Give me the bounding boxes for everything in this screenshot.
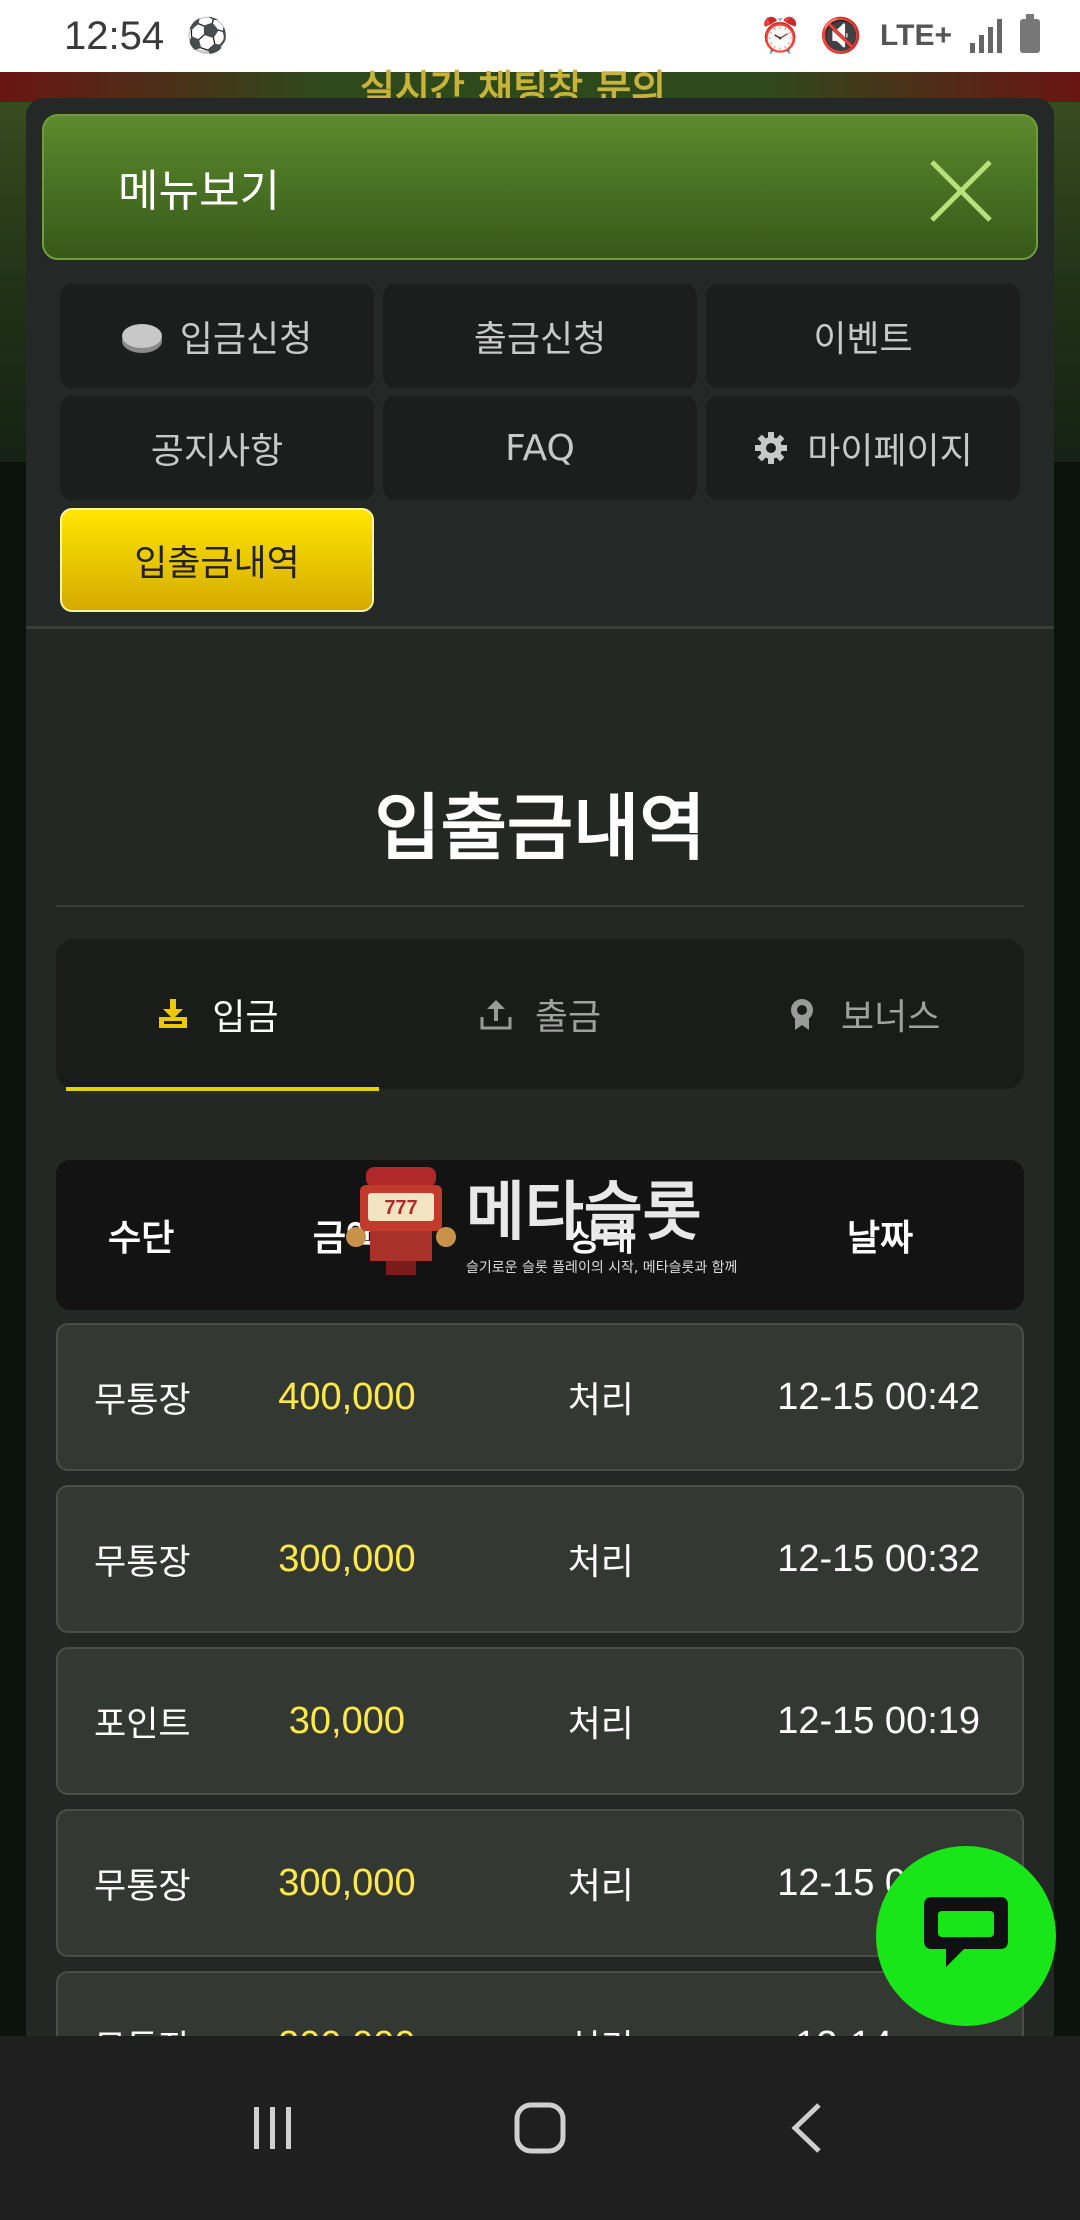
amount-cell: 300,000 [278,1537,416,1580]
tab-deposit[interactable]: 입금 [56,939,379,1091]
status-icons: ⏰ 🔇 LTE+ [759,14,1040,56]
menu-panel: 메뉴보기 입금신청 출금신청 이벤트 공지사항 FAQ 마이페이지 입출금내역 … [26,98,1054,2038]
column-header: 수단 [108,1218,175,1259]
menu-item-label: 공지사항 [150,431,284,472]
menu-item-withdraw-request[interactable]: 출금신청 [383,284,697,388]
signal-icon [970,19,1002,53]
status-cell: 처리 [567,1380,634,1421]
menu-item-mypage[interactable]: 마이페이지 [706,396,1020,500]
close-icon[interactable] [926,156,996,226]
tab-withdraw[interactable]: 출금 [379,939,702,1089]
method-cell: 포인트 [94,1704,191,1745]
back-icon [791,2103,821,2153]
battery-icon [1020,14,1040,53]
method-cell: 무통장 [94,1866,191,1907]
navigation-bar [0,2036,1080,2220]
menu-item-label: FAQ [505,427,575,469]
chat-bubble-icon [924,1897,1008,1967]
upload-icon [480,1000,512,1030]
history-section: 입출금내역 입금 출금 보너스 수단 금액 상태 날짜 777 메타슬롯 슬기로… [26,629,1054,2038]
history-tabs: 입금 출금 보너스 [56,939,1024,1091]
date-cell: 12-15 00:32 [777,1537,981,1580]
menu-item-transaction-history[interactable]: 입출금내역 [60,508,374,612]
recent-apps-button[interactable] [228,2083,318,2173]
network-type: LTE+ [880,19,952,52]
tab-bonus[interactable]: 보너스 [701,939,1024,1089]
amount-cell: 30,000 [288,1699,406,1742]
column-header: 날짜 [846,1218,914,1259]
table-header: 수단 금액 상태 날짜 [56,1160,1024,1310]
menu-item-label: 이벤트 [813,319,913,360]
tab-label: 보너스 [840,997,941,1038]
alarm-icon: ⏰ [759,16,802,56]
column-header: 금액 [312,1218,380,1259]
amount-cell: 300,000 [278,1861,416,1904]
download-icon [159,999,188,1028]
chat-button[interactable] [876,1846,1056,2026]
column-header: 상태 [567,1218,635,1259]
clock: 12:54 [64,13,165,58]
table-row: 포인트 30,000 처리 12-15 00:19 [56,1647,1024,1795]
mute-icon: 🔇 [819,16,863,56]
menu-item-deposit-request[interactable]: 입금신청 [60,284,374,388]
tab-label: 입금 [212,997,279,1038]
date-cell: 12-15 00:42 [777,1375,981,1418]
status-cell: 처리 [567,1704,634,1745]
menu-item-notice[interactable]: 공지사항 [60,396,374,500]
home-icon [514,2102,566,2154]
divider [56,905,1024,907]
menu-grid: 입금신청 출금신청 이벤트 공지사항 FAQ 마이페이지 입출금내역 [60,284,1020,612]
recent-apps-icon [254,2107,292,2149]
table-row: 무통장 200,000 처리 12-14 [56,1971,1024,2038]
soccer-ball-icon: ⚽ [186,16,229,56]
gear-icon [755,432,788,464]
back-button[interactable] [762,2083,852,2173]
menu-header: 메뉴보기 [42,114,1038,260]
home-button[interactable] [495,2083,585,2173]
menu-item-label: 출금신청 [473,319,607,360]
tab-label: 출금 [534,997,602,1038]
menu-item-label: 입출금내역 [134,543,300,584]
coin-icon [121,324,162,348]
menu-title: 메뉴보기 [118,166,280,217]
amount-cell: 400,000 [278,1375,416,1418]
menu-item-faq[interactable]: FAQ [383,396,697,500]
table-row: 무통장 400,000 처리 12-15 00:42 [56,1323,1024,1471]
badge-icon [790,999,813,1030]
status-cell: 처리 [567,1542,634,1583]
menu-item-label: 입금신청 [179,319,313,360]
status-cell: 처리 [567,1866,634,1907]
date-cell: 12-15 00:19 [777,1699,981,1742]
menu-item-label: 마이페이지 [807,431,973,472]
menu-item-event[interactable]: 이벤트 [706,284,1020,388]
table-row: 무통장 300,000 처리 12-15 00:32 [56,1485,1024,1633]
method-cell: 무통장 [94,1542,191,1583]
method-cell: 무통장 [94,1380,191,1421]
page-title: 입출금내역 [374,786,706,870]
